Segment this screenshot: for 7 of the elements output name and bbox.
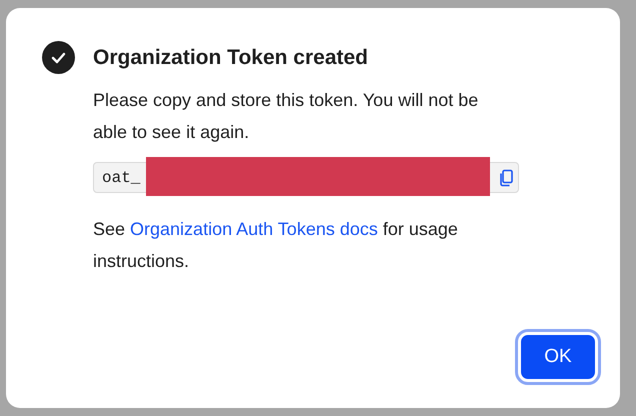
help-text: See Organization Auth Tokens docs for usage instructions. bbox=[93, 218, 459, 273]
message-text: Please copy and store this token. You will not be able to see it again. bbox=[93, 89, 480, 144]
dialog-title: Organization Token created bbox=[93, 44, 368, 71]
ok-button[interactable]: OK bbox=[518, 332, 598, 382]
docs-link[interactable]: Organization Auth Tokens docs bbox=[130, 219, 378, 239]
copy-icon[interactable] bbox=[498, 168, 514, 186]
token-text: oat_ bbox=[102, 168, 140, 188]
